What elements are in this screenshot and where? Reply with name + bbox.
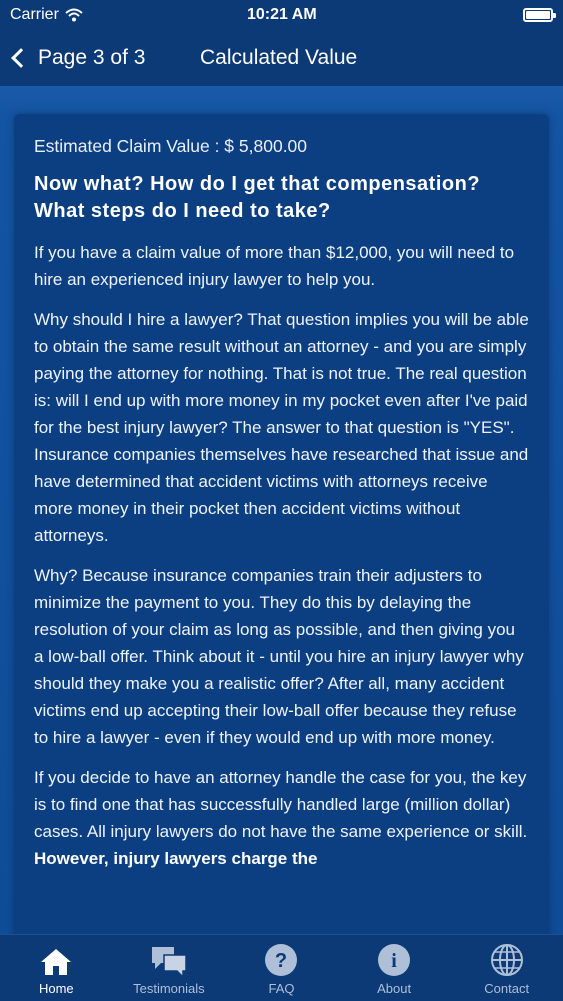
status-left: Carrier [10,6,83,24]
tab-faq[interactable]: ? FAQ [225,935,338,1001]
paragraph-2: Why should I hire a lawyer? That questio… [34,310,529,545]
tab-contact[interactable]: Contact [450,935,563,1001]
chevron-left-icon [11,48,31,68]
home-icon [41,949,72,975]
tab-home-label: Home [38,981,74,996]
paragraph-4-text: If you decide to have an attorney handle… [34,768,528,841]
tab-about[interactable]: i About [338,935,451,1001]
tab-testimonials-label: Testimonials [133,981,205,996]
status-time: 10:21 AM [247,6,317,23]
tab-about-label: About [377,981,412,996]
paragraph-1: If you have a claim value of more than $… [34,243,515,289]
paragraph-4: If you decide to have an attorney handle… [34,764,529,872]
globe-icon [490,944,523,976]
tab-bar: Home Testimonials ? FAQ i About Contact [0,934,563,1001]
info-icon: i [378,944,411,976]
chat-bubbles-icon [151,947,187,977]
section-heading: Now what? How do I get that compensation… [34,173,481,222]
carrier-label: Carrier [10,6,59,23]
battery-icon [523,8,556,22]
svg-text:?: ? [275,950,287,972]
paragraph-3: Why? Because insurance companies train t… [34,566,524,747]
tab-testimonials[interactable]: Testimonials [113,935,226,1001]
back-label: Page 3 of 3 [38,46,146,69]
status-bar: Carrier 10:21 AM [0,0,563,30]
tab-home[interactable]: Home [0,935,113,1001]
svg-text:i: i [391,950,397,972]
paragraph-4-bold: However, injury lawyers charge the [34,849,318,868]
result-card: Estimated Claim Value : $ 5,800.00 Now w… [14,114,549,934]
page-title: Calculated Value [200,46,358,69]
back-button[interactable]: Page 3 of 3 [0,46,145,70]
tab-faq-label: FAQ [268,981,295,996]
estimated-claim-value: Estimated Claim Value : $ 5,800.00 [34,136,308,156]
nav-bar: Page 3 of 3 Calculated Value [0,30,563,86]
question-icon: ? [265,944,298,976]
tab-contact-label: Contact [484,981,530,996]
scroll-content[interactable]: Estimated Claim Value : $ 5,800.00 Now w… [0,86,563,934]
wifi-icon [65,8,83,22]
